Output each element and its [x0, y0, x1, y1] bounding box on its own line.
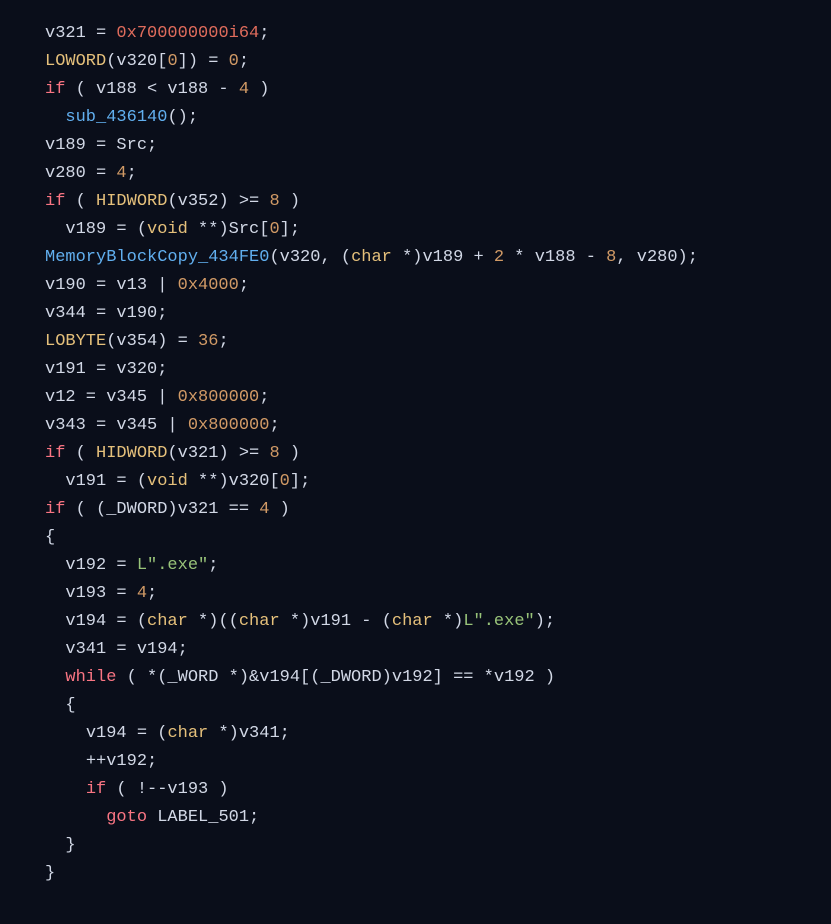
- code-token: ): [249, 80, 269, 99]
- code-token: v191 = (: [65, 472, 147, 491]
- code-token: **)Src[: [188, 220, 270, 239]
- code-token: ;: [147, 584, 157, 603]
- code-token: 0x4000: [178, 276, 239, 295]
- code-token: if: [86, 780, 106, 799]
- code-token: 2: [494, 248, 504, 267]
- code-token: 4: [116, 164, 126, 183]
- code-token: char: [239, 612, 280, 631]
- code-token: {: [45, 528, 55, 547]
- code-token: v344 = v190;: [45, 304, 167, 323]
- code-token: v194 = (: [65, 612, 147, 631]
- code-token: 4: [259, 500, 269, 519]
- code-token: ++v192;: [86, 752, 157, 771]
- code-token: **)v320[: [188, 472, 280, 491]
- code-token: *): [433, 612, 464, 631]
- code-token: v193 =: [65, 584, 136, 603]
- code-token: (v320[: [106, 52, 167, 71]
- code-token: v189 = (: [65, 220, 147, 239]
- code-token: (: [65, 192, 96, 211]
- code-token: 4: [137, 584, 147, 603]
- code-token: ( *(_WORD *)&v194[(_DWORD)v192] == *v192…: [116, 668, 555, 687]
- code-token: ]) =: [178, 52, 229, 71]
- code-token: L".exe": [137, 556, 208, 575]
- code-token: 4: [239, 80, 249, 99]
- code-token: ];: [290, 472, 310, 491]
- code-token: {: [65, 696, 75, 715]
- code-token: 0x700000000i64: [116, 24, 259, 43]
- code-token: sub_436140: [65, 108, 167, 127]
- code-token: v12 = v345 |: [45, 388, 178, 407]
- code-token: ;: [218, 332, 228, 351]
- code-token: ): [280, 192, 300, 211]
- code-token: HIDWORD: [96, 444, 167, 463]
- code-token: (v320, (: [269, 248, 351, 267]
- code-token: v321 =: [45, 24, 116, 43]
- code-token: LOBYTE: [45, 332, 106, 351]
- code-token: * v188 -: [504, 248, 606, 267]
- code-token: ;: [239, 52, 249, 71]
- code-token: ;: [259, 388, 269, 407]
- code-token: 8: [269, 192, 279, 211]
- code-token: );: [535, 612, 555, 631]
- code-token: if: [45, 500, 65, 519]
- code-token: v343 = v345 |: [45, 416, 188, 435]
- code-token: while: [65, 668, 116, 687]
- code-token: ( v188 < v188 -: [65, 80, 238, 99]
- code-token: v190 = v13 |: [45, 276, 178, 295]
- code-token: if: [45, 444, 65, 463]
- code-token: v191 = v320;: [45, 360, 167, 379]
- code-token: ;: [208, 556, 218, 575]
- code-token: *)v189 +: [392, 248, 494, 267]
- code-token: }: [65, 836, 75, 855]
- code-token: ;: [269, 416, 279, 435]
- code-token: ;: [239, 276, 249, 295]
- code-token: v280 =: [45, 164, 116, 183]
- code-token: v189 = Src;: [45, 136, 157, 155]
- code-token: (v352) >=: [167, 192, 269, 211]
- code-token: 8: [269, 444, 279, 463]
- code-token: LOWORD: [45, 52, 106, 71]
- code-token: char: [392, 612, 433, 631]
- code-token: char: [147, 612, 188, 631]
- code-token: void: [147, 472, 188, 491]
- code-token: void: [147, 220, 188, 239]
- code-token: char: [351, 248, 392, 267]
- code-token: 0: [229, 52, 239, 71]
- code-token: (v321) >=: [167, 444, 269, 463]
- code-token: 0: [167, 52, 177, 71]
- code-token: 0x800000: [188, 416, 270, 435]
- code-token: v192 =: [65, 556, 136, 575]
- code-token: ;: [127, 164, 137, 183]
- code-token: 0: [280, 472, 290, 491]
- code-token: (: [65, 444, 96, 463]
- code-token: ];: [280, 220, 300, 239]
- code-token: ): [269, 500, 289, 519]
- code-token: ();: [167, 108, 198, 127]
- code-token: ( (_DWORD)v321 ==: [65, 500, 259, 519]
- code-token: if: [45, 192, 65, 211]
- code-token: v341 = v194;: [65, 640, 187, 659]
- decompiled-code-block: v321 = 0x700000000i64; LOWORD(v320[0]) =…: [0, 0, 831, 908]
- code-token: L".exe": [463, 612, 534, 631]
- code-token: ;: [259, 24, 269, 43]
- code-token: }: [45, 864, 55, 883]
- code-token: 36: [198, 332, 218, 351]
- code-token: v194 = (: [86, 724, 168, 743]
- code-token: HIDWORD: [96, 192, 167, 211]
- code-token: LABEL_501;: [147, 808, 259, 827]
- code-token: ): [280, 444, 300, 463]
- code-token: , v280);: [616, 248, 698, 267]
- code-token: char: [167, 724, 208, 743]
- code-token: 8: [606, 248, 616, 267]
- code-token: *)v341;: [208, 724, 290, 743]
- code-token: ( !--v193 ): [106, 780, 228, 799]
- code-token: if: [45, 80, 65, 99]
- code-token: 0x800000: [178, 388, 260, 407]
- code-token: (v354) =: [106, 332, 198, 351]
- code-token: 0: [269, 220, 279, 239]
- code-token: MemoryBlockCopy_434FE0: [45, 248, 269, 267]
- code-token: *)((: [188, 612, 239, 631]
- code-token: *)v191 - (: [280, 612, 392, 631]
- code-token: goto: [106, 808, 147, 827]
